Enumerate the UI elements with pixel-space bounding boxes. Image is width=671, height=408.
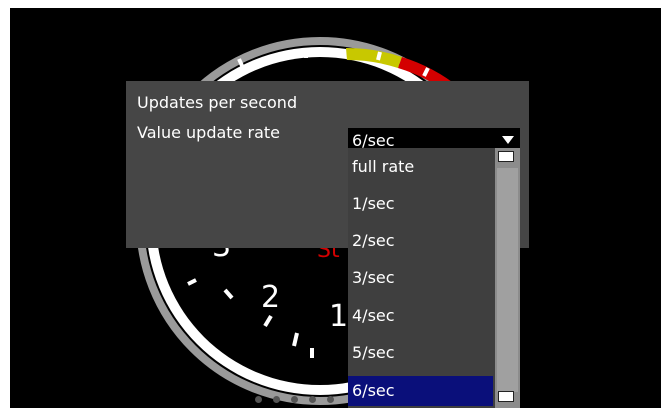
update-rate-listbox[interactable]: full rate 1/sec 2/sec 3/sec 4/sec 5/sec … — [348, 148, 520, 408]
page-dot[interactable] — [291, 396, 298, 403]
page-dot[interactable] — [255, 396, 262, 403]
listbox-scrollbar[interactable] — [495, 148, 520, 408]
chevron-down-icon[interactable] — [502, 136, 514, 144]
scrollbar-down-button[interactable] — [498, 391, 514, 402]
gauge-screen: 2 1 3 7 St Updates per second Value upda… — [10, 8, 661, 408]
gauge-tick — [376, 51, 382, 61]
option-4-sec[interactable]: 4/sec — [348, 301, 493, 331]
option-3-sec[interactable]: 3/sec — [348, 263, 493, 293]
page-dot[interactable] — [327, 396, 334, 403]
page-dot[interactable] — [273, 396, 280, 403]
scrollbar-thumb[interactable] — [497, 168, 518, 392]
gauge-number-2: 2 — [261, 280, 280, 315]
page-indicator — [255, 396, 365, 404]
option-6-sec[interactable]: 6/sec — [348, 376, 493, 406]
option-2-sec[interactable]: 2/sec — [348, 226, 493, 256]
gauge-number-1: 1 — [329, 299, 348, 334]
option-1-sec[interactable]: 1/sec — [348, 189, 493, 219]
page-dot[interactable] — [309, 396, 316, 403]
scrollbar-up-button[interactable] — [498, 151, 514, 162]
dialog-title: Updates per second — [137, 93, 298, 112]
value-update-rate-label: Value update rate — [137, 123, 280, 142]
option-5-sec[interactable]: 5/sec — [348, 338, 493, 368]
option-full-rate[interactable]: full rate — [348, 152, 493, 182]
